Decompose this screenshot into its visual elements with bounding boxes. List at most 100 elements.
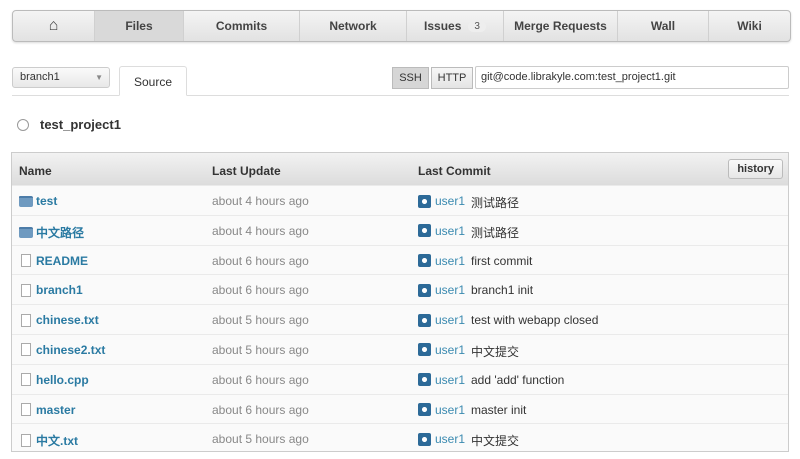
home-icon: ⌂ [48, 17, 59, 34]
commit-message[interactable]: 中文提交 [471, 432, 519, 449]
table-row: chinese.txt about 5 hours ago user1 test… [12, 304, 788, 334]
file-link[interactable]: chinese2.txt [19, 343, 105, 357]
branch-select[interactable]: branch1 ▼ [12, 67, 110, 88]
author-name: user1 [435, 283, 466, 298]
file-icon [21, 343, 31, 357]
file-name: branch1 [36, 283, 83, 298]
table-row: test about 4 hours ago user1 测试路径 [12, 185, 788, 215]
nav-wiki[interactable]: Wiki [709, 11, 790, 41]
last-update: about 6 hours ago [212, 402, 309, 417]
commit-message[interactable]: first commit [471, 254, 532, 268]
file-link[interactable]: chinese.txt [19, 313, 99, 327]
avatar-icon [418, 343, 431, 357]
file-link[interactable]: test [19, 194, 57, 208]
nav-label: Files [125, 19, 153, 33]
nav-files[interactable]: Files [95, 11, 184, 41]
file-icon [21, 373, 31, 387]
commit-author[interactable]: user1 [418, 313, 465, 327]
file-name: chinese.txt [36, 313, 99, 328]
file-name: test [36, 194, 58, 208]
nav-network[interactable]: Network [300, 11, 407, 41]
last-update: about 5 hours ago [212, 313, 309, 328]
nav-label: Wiki [737, 19, 762, 33]
author-name: user1 [435, 402, 466, 417]
project-nav: ⌂ Files Commits Network Issues 3 Merge Re… [12, 10, 791, 42]
header-last-commit: Last Commit [418, 164, 491, 178]
author-name: user1 [435, 372, 466, 387]
nav-label: Wall [650, 19, 676, 33]
last-update: about 4 hours ago [212, 194, 309, 208]
author-name: user1 [435, 194, 466, 208]
table-row: 中文.txt about 5 hours ago user1 中文提交 [12, 423, 788, 453]
nav-commits[interactable]: Commits [184, 11, 300, 41]
file-name: README [36, 253, 89, 268]
header-name: Name [19, 164, 52, 178]
commit-message[interactable]: 测试路径 [471, 224, 519, 241]
avatar-icon [418, 194, 431, 208]
file-link[interactable]: README [19, 254, 88, 268]
file-link[interactable]: master [19, 403, 75, 417]
clone-url-input[interactable]: git@code.librakyle.com:test_project1.git [475, 66, 789, 89]
commit-author[interactable]: user1 [418, 403, 465, 417]
last-update: about 6 hours ago [212, 283, 309, 298]
commit-author[interactable]: user1 [418, 373, 465, 387]
file-name: 中文.txt [36, 434, 79, 449]
file-link[interactable]: 中文路径 [19, 224, 84, 241]
avatar-icon [418, 403, 431, 417]
commit-author[interactable]: user1 [418, 224, 465, 238]
table-row: chinese2.txt about 5 hours ago user1 中文提… [12, 333, 788, 364]
file-icon [21, 403, 31, 417]
folder-icon [19, 195, 33, 207]
commit-author[interactable]: user1 [418, 194, 465, 208]
file-name: master [36, 402, 76, 417]
issues-count-badge: 3 [468, 20, 486, 32]
author-name: user1 [435, 432, 466, 447]
tab-source[interactable]: Source [119, 66, 187, 96]
commit-message[interactable]: master init [471, 403, 526, 417]
author-name: user1 [435, 223, 466, 238]
branch-value: branch1 [20, 71, 60, 83]
compass-icon [17, 118, 29, 131]
folder-icon [19, 226, 33, 238]
http-button[interactable]: HTTP [431, 67, 473, 89]
file-name: chinese2.txt [36, 342, 106, 357]
file-link[interactable]: 中文.txt [19, 432, 78, 449]
avatar-icon [418, 224, 431, 238]
commit-author[interactable]: user1 [418, 343, 465, 357]
author-name: user1 [435, 253, 466, 268]
nav-label: Network [329, 19, 377, 33]
commit-message[interactable]: branch1 init [471, 283, 533, 297]
avatar-icon [418, 283, 431, 297]
last-update: about 6 hours ago [212, 372, 309, 387]
nav-home[interactable]: ⌂ [13, 11, 95, 41]
file-icon [21, 313, 31, 327]
history-button[interactable]: history [728, 159, 783, 179]
nav-merge-requests[interactable]: Merge Requests [504, 11, 618, 41]
commit-message[interactable]: add 'add' function [471, 373, 564, 387]
table-row: branch1 about 6 hours ago user1 branch1 … [12, 274, 788, 304]
commit-message[interactable]: 测试路径 [471, 194, 519, 211]
project-title: test_project1 [17, 117, 121, 132]
table-header: Name Last Update Last Commit history [12, 153, 788, 185]
table-row: 中文路径 about 4 hours ago user1 测试路径 [12, 214, 788, 245]
nav-issues[interactable]: Issues 3 [407, 11, 504, 41]
commit-message[interactable]: 中文提交 [471, 343, 519, 360]
last-update: about 5 hours ago [212, 432, 309, 447]
nav-wall[interactable]: Wall [618, 11, 709, 41]
table-row: README about 6 hours ago user1 first com… [12, 244, 788, 275]
file-icon [21, 434, 31, 448]
table-row: hello.cpp about 6 hours ago user1 add 'a… [12, 363, 788, 394]
table-row: master about 6 hours ago user1 master in… [12, 393, 788, 424]
file-link[interactable]: hello.cpp [19, 373, 89, 387]
file-table: Name Last Update Last Commit history tes… [11, 152, 789, 452]
commit-author[interactable]: user1 [418, 432, 465, 446]
ssh-button[interactable]: SSH [392, 67, 429, 89]
file-link[interactable]: branch1 [19, 283, 83, 297]
last-update: about 5 hours ago [212, 342, 309, 357]
nav-label: Commits [215, 19, 268, 33]
commit-message[interactable]: test with webapp closed [471, 313, 598, 327]
avatar-icon [418, 373, 431, 387]
commit-author[interactable]: user1 [418, 283, 465, 297]
commit-author[interactable]: user1 [418, 254, 465, 268]
author-name: user1 [435, 342, 466, 357]
